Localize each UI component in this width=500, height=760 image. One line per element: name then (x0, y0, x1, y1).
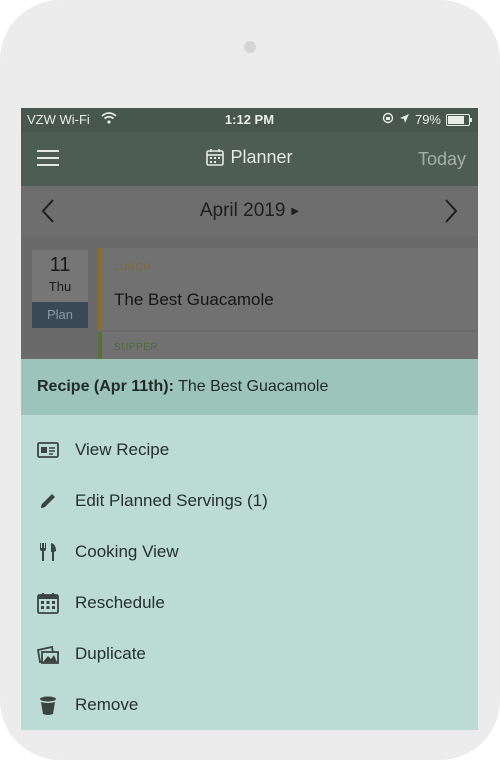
view-recipe-button[interactable]: View Recipe (21, 425, 478, 475)
camera-icon (244, 41, 256, 53)
meal-type-label: SUPPER (114, 342, 159, 353)
reschedule-button[interactable]: Reschedule (21, 578, 478, 628)
action-sheet-title: Recipe (Apr 11th): The Best Guacamole (21, 359, 478, 415)
meal-recipe-name: The Best Guacamole (114, 290, 274, 309)
app-header: Planner Today (21, 132, 478, 186)
month-label: April 2019 (199, 200, 286, 221)
action-label: Remove (75, 695, 139, 714)
day-cell: 11 Thu Plan (32, 250, 88, 328)
date-number: 11 (49, 254, 71, 276)
location-icon (399, 112, 410, 127)
app-screen: VZW Wi-Fi 1:12 PM 79% Planner Today Apri… (21, 108, 478, 730)
action-sheet: Recipe (Apr 11th): The Best Guacamole Vi… (21, 359, 478, 730)
trash-icon (37, 694, 59, 716)
chevron-right-icon (445, 199, 458, 223)
action-label: Cooking View (75, 542, 179, 561)
page-title: Planner (21, 147, 478, 168)
action-label: Reschedule (75, 593, 165, 612)
month-selector[interactable]: April 2019 ▶ (21, 200, 478, 222)
sheet-title-prefix: Recipe (Apr 11th): (37, 378, 174, 395)
utensils-icon (37, 541, 59, 563)
battery-percent: 79% (414, 112, 441, 127)
edit-planned-servings-button[interactable]: Edit Planned Servings (1) (21, 476, 478, 526)
action-label: Duplicate (75, 644, 146, 663)
page-title-text: Planner (230, 147, 293, 167)
remove-button[interactable]: Remove (21, 680, 478, 730)
status-bar: VZW Wi-Fi 1:12 PM 79% (21, 108, 478, 132)
rotation-lock-icon (382, 112, 394, 127)
battery-icon (446, 113, 472, 126)
today-button[interactable]: Today (418, 149, 466, 170)
meal-type-label: LUNCH (114, 262, 151, 273)
action-label: Edit Planned Servings (1) (75, 491, 268, 510)
action-label: View Recipe (75, 440, 170, 459)
calendar-icon (37, 592, 59, 614)
plan-button[interactable]: Plan (32, 302, 88, 328)
pencil-icon (37, 490, 59, 512)
weekday-label: Thu (48, 279, 72, 294)
recipe-card-icon (37, 439, 59, 461)
triangle-right-icon: ▶ (291, 206, 300, 217)
duplicate-button[interactable]: Duplicate (21, 629, 478, 679)
calendar-title-icon (206, 149, 225, 166)
sheet-title-recipe: The Best Guacamole (173, 378, 329, 395)
meal-item-lunch[interactable]: LUNCH The Best Guacamole (98, 248, 478, 330)
cooking-view-button[interactable]: Cooking View (21, 527, 478, 577)
duplicate-icon (36, 643, 59, 665)
status-right: 79% (382, 112, 472, 127)
phone-frame: VZW Wi-Fi 1:12 PM 79% Planner Today Apri… (0, 0, 500, 760)
next-month-button[interactable] (444, 198, 458, 231)
month-navigation: April 2019 ▶ (21, 186, 478, 237)
